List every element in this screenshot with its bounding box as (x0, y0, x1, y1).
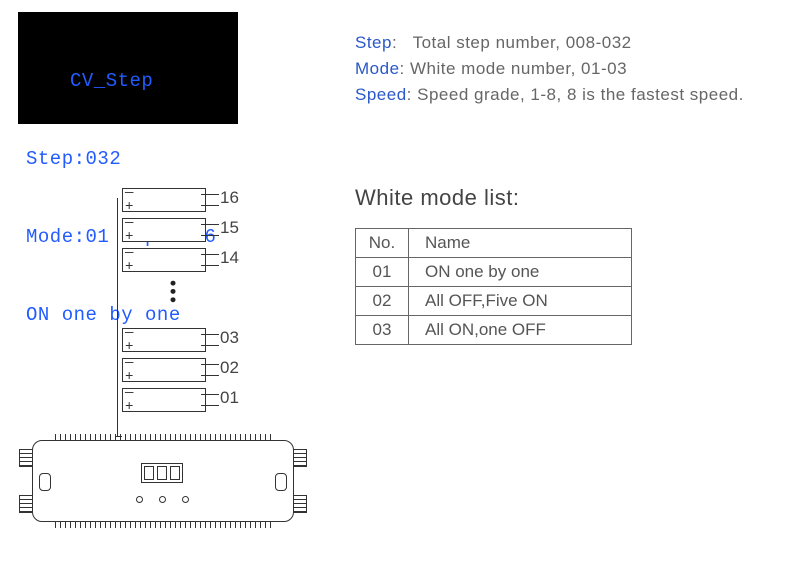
wire (201, 375, 219, 376)
port-block: — + (122, 218, 206, 242)
wire (201, 194, 219, 195)
wire (201, 205, 219, 206)
port-label: 01 (220, 388, 239, 408)
col-no: No. (356, 229, 409, 258)
seven-segment-icon (141, 463, 183, 483)
seg-icon (144, 466, 154, 480)
wire (201, 405, 219, 406)
plus-icon: + (125, 372, 133, 382)
port-label: 16 (220, 188, 239, 208)
terminal-strip-top-icon (55, 434, 271, 440)
port-block: — + (122, 358, 206, 382)
def-step-key: Step (355, 33, 392, 52)
def-mode-key: Mode (355, 59, 400, 78)
minus-icon: — (125, 248, 133, 258)
mount-hole-icon (39, 473, 51, 491)
def-step-text: Total step number, 008-032 (413, 33, 632, 52)
port-label: 02 (220, 358, 239, 378)
plus-icon: + (125, 402, 133, 412)
def-speed-text: Speed grade, 1-8, 8 is the fastest speed… (417, 85, 744, 104)
lcd-title: CV_Step (26, 68, 232, 94)
parameter-definitions: Step: Total step number, 008-032 Mode: W… (355, 30, 744, 108)
button-dot-icon (182, 496, 189, 503)
cell-no: 02 (356, 287, 409, 316)
port-block: — + (122, 388, 206, 412)
button-dot-icon (136, 496, 143, 503)
def-speed: Speed: Speed grade, 1-8, 8 is the fastes… (355, 82, 744, 108)
minus-icon: — (125, 188, 133, 198)
wire (201, 235, 219, 236)
side-terminal-icon (293, 449, 307, 467)
cell-name: All ON,one OFF (409, 316, 632, 345)
minus-icon: — (125, 218, 133, 228)
side-terminal-icon (19, 449, 33, 467)
seg-icon (157, 466, 167, 480)
port-block: — + (122, 328, 206, 352)
wire (201, 334, 219, 335)
plus-icon: + (125, 232, 133, 242)
wire (201, 394, 219, 395)
seg-icon (170, 466, 180, 480)
def-step: Step: Total step number, 008-032 (355, 30, 744, 56)
wire (201, 254, 219, 255)
wire (201, 224, 219, 225)
side-terminal-icon (19, 495, 33, 513)
terminal-strip-bottom-icon (55, 522, 271, 528)
lcd-line-step: Step:032 (26, 146, 232, 172)
table-header-row: No. Name (356, 229, 632, 258)
col-name: Name (409, 229, 632, 258)
table-row: 03 All ON,one OFF (356, 316, 632, 345)
cell-no: 03 (356, 316, 409, 345)
white-mode-table: No. Name 01 ON one by one 02 All OFF,Fiv… (355, 228, 632, 345)
white-mode-title: White mode list: (355, 185, 520, 211)
port-label: 03 (220, 328, 239, 348)
minus-icon: — (125, 388, 133, 398)
port-block: — + (122, 188, 206, 212)
cell-name: ON one by one (409, 258, 632, 287)
mount-hole-icon (275, 473, 287, 491)
controller-box (32, 440, 294, 522)
wire (201, 345, 219, 346)
wiring-diagram: — + 16 — + 15 — + 14 ••• — + 03 — + 02 —… (32, 188, 312, 548)
port-label: 15 (220, 218, 239, 238)
wire (201, 364, 219, 365)
plus-icon: + (125, 342, 133, 352)
button-dot-icon (159, 496, 166, 503)
minus-icon: — (125, 328, 133, 338)
def-mode: Mode: White mode number, 01-03 (355, 56, 744, 82)
plus-icon: + (125, 262, 133, 272)
cell-no: 01 (356, 258, 409, 287)
port-block: — + (122, 248, 206, 272)
table-row: 02 All OFF,Five ON (356, 287, 632, 316)
ellipsis-icon: ••• (162, 280, 183, 305)
side-terminal-icon (293, 495, 307, 513)
minus-icon: — (125, 358, 133, 368)
controller-buttons-icon (136, 496, 189, 503)
wire (201, 265, 219, 266)
plus-icon: + (125, 202, 133, 212)
cell-name: All OFF,Five ON (409, 287, 632, 316)
port-label: 14 (220, 248, 239, 268)
table-row: 01 ON one by one (356, 258, 632, 287)
def-mode-text: White mode number, 01-03 (410, 59, 627, 78)
lcd-display: CV_Step Step:032 Mode:01 Speed:6 ON one … (18, 12, 238, 124)
bus-line (117, 198, 119, 436)
def-speed-key: Speed (355, 85, 407, 104)
